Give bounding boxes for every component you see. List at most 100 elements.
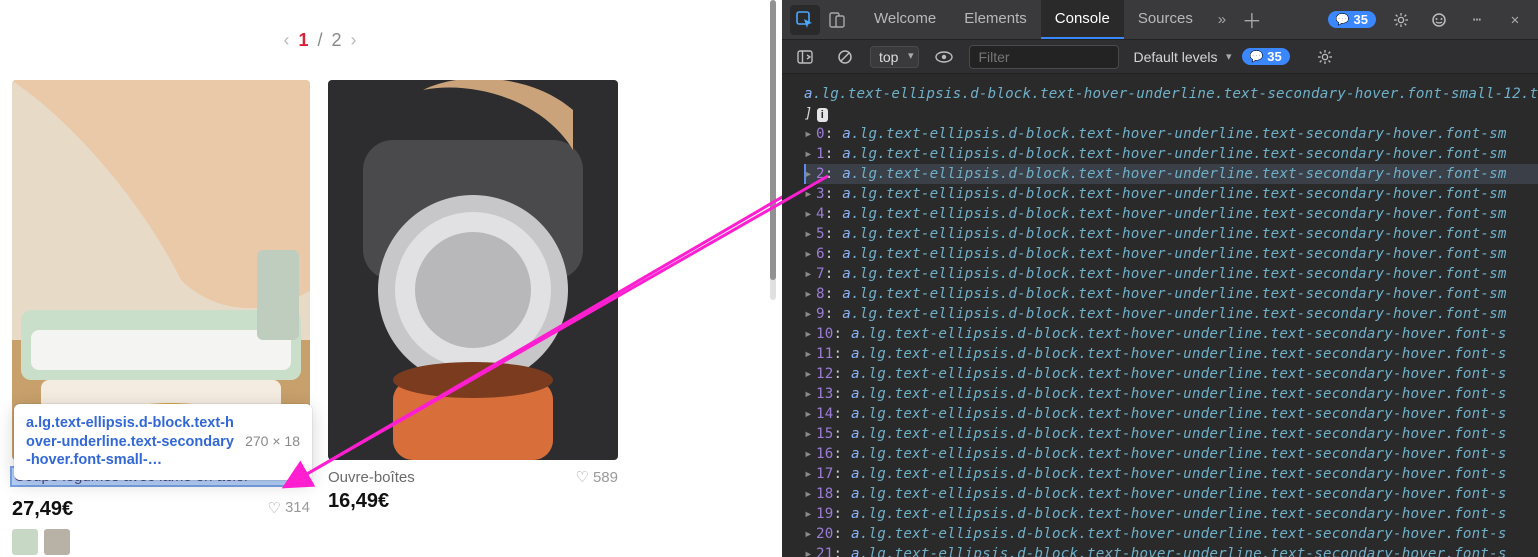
console-settings-icon[interactable] [1310, 42, 1340, 72]
close-devtools-icon[interactable]: ✕ [1500, 5, 1530, 35]
tab-elements[interactable]: Elements [950, 0, 1041, 39]
console-array-item[interactable]: ▸3: a.lg.text-ellipsis.d-block.text-hove… [804, 184, 1538, 204]
console-array-item[interactable]: ▸14: a.lg.text-ellipsis.d-block.text-hov… [804, 404, 1538, 424]
swatch[interactable] [12, 529, 38, 555]
execution-context-select[interactable]: top [870, 46, 919, 68]
array-index: 15 [816, 426, 833, 442]
console-array-item[interactable]: ▸9: a.lg.text-ellipsis.d-block.text-hove… [804, 304, 1538, 324]
toggle-sidebar-icon[interactable] [790, 42, 820, 72]
clear-console-icon[interactable] [830, 42, 860, 72]
console-array-item[interactable]: ▸1: a.lg.text-ellipsis.d-block.text-hove… [804, 144, 1538, 164]
console-array-item[interactable]: ▸2: a.lg.text-ellipsis.d-block.text-hove… [804, 164, 1538, 184]
expand-icon[interactable]: ▸ [804, 324, 816, 344]
console-array-item[interactable]: ▸13: a.lg.text-ellipsis.d-block.text-hov… [804, 384, 1538, 404]
swatch[interactable] [44, 529, 70, 555]
expand-icon[interactable]: ▸ [804, 484, 816, 504]
expand-icon[interactable]: ▸ [804, 444, 816, 464]
console-array-item[interactable]: ▸8: a.lg.text-ellipsis.d-block.text-hove… [804, 284, 1538, 304]
console-array-item[interactable]: ▸0: a.lg.text-ellipsis.d-block.text-hove… [804, 124, 1538, 144]
add-tab-icon[interactable]: ＋ [1237, 5, 1267, 35]
element-tag: a [851, 506, 860, 522]
like-button[interactable]: ♡ 314 [268, 499, 310, 517]
expand-icon[interactable]: ▸ [804, 224, 816, 244]
expand-icon[interactable]: ▸ [804, 424, 816, 444]
console-array-item[interactable]: ▸4: a.lg.text-ellipsis.d-block.text-hove… [804, 204, 1538, 224]
live-expression-icon[interactable] [929, 42, 959, 72]
log-levels-select[interactable]: Default levels [1129, 47, 1231, 67]
element-tag: a [851, 546, 860, 557]
expand-icon[interactable]: ▸ [804, 204, 816, 224]
console-log-area[interactable]: aa.lg.text-ellipsis.d-block.text-hover-u… [782, 80, 1538, 557]
toolbar-issues-badge[interactable]: 35 [1242, 48, 1290, 65]
expand-icon[interactable]: ▸ [804, 164, 816, 184]
feedback-icon[interactable] [1424, 5, 1454, 35]
more-tabs-icon[interactable]: » [1207, 5, 1237, 35]
tab-sources[interactable]: Sources [1124, 0, 1207, 39]
expand-icon[interactable]: ▸ [804, 544, 816, 557]
expand-icon[interactable]: ▸ [804, 144, 816, 164]
array-index: 10 [816, 326, 833, 342]
product-image[interactable] [328, 80, 618, 460]
product-title-link[interactable]: Ouvre-boîtes [328, 469, 576, 486]
color-swatches[interactable] [12, 529, 310, 555]
element-classes: .lg.text-ellipsis.d-block.text-hover-und… [860, 326, 1507, 342]
expand-icon[interactable]: ▸ [804, 404, 816, 424]
info-badge-icon[interactable]: i [817, 108, 828, 122]
element-classes: .lg.text-ellipsis.d-block.text-hover-und… [851, 246, 1507, 262]
console-array-item[interactable]: ▸16: a.lg.text-ellipsis.d-block.text-hov… [804, 444, 1538, 464]
expand-icon[interactable]: ▸ [804, 364, 816, 384]
console-array-item[interactable]: ▸19: a.lg.text-ellipsis.d-block.text-hov… [804, 504, 1538, 524]
element-classes: .lg.text-ellipsis.d-block.text-hover-und… [851, 206, 1507, 222]
scrollbar[interactable] [770, 0, 776, 300]
pager-prev-icon[interactable]: ‹ [281, 30, 291, 51]
log-array-preview[interactable]: aa.lg.text-ellipsis.d-block.text-hover-u… [804, 84, 1538, 104]
expand-icon[interactable]: ▸ [804, 504, 816, 524]
scrollbar-thumb[interactable] [770, 0, 776, 280]
console-array-item[interactable]: ▸11: a.lg.text-ellipsis.d-block.text-hov… [804, 344, 1538, 364]
console-array-item[interactable]: ▸7: a.lg.text-ellipsis.d-block.text-hove… [804, 264, 1538, 284]
element-tag: a [851, 366, 860, 382]
element-classes: .lg.text-ellipsis.d-block.text-hover-und… [860, 546, 1507, 557]
webpage-pane: ‹ 1 / 2 › [0, 0, 782, 557]
pager-next-icon[interactable]: › [349, 30, 359, 51]
expand-icon[interactable]: ▸ [804, 344, 816, 364]
like-button[interactable]: ♡ 589 [576, 468, 618, 486]
element-classes: .lg.text-ellipsis.d-block.text-hover-und… [860, 346, 1507, 362]
product-card[interactable]: Coupe légumes avec lame en acier 27,49€ … [12, 80, 310, 555]
tab-console[interactable]: Console [1041, 0, 1124, 39]
expand-icon[interactable]: ▸ [804, 244, 816, 264]
console-array-item[interactable]: ▸6: a.lg.text-ellipsis.d-block.text-hove… [804, 244, 1538, 264]
expand-icon[interactable]: ▸ [804, 524, 816, 544]
console-array-item[interactable]: ▸15: a.lg.text-ellipsis.d-block.text-hov… [804, 424, 1538, 444]
expand-icon[interactable]: ▸ [804, 124, 816, 144]
element-classes: .lg.text-ellipsis.d-block.text-hover-und… [860, 426, 1507, 442]
tab-welcome[interactable]: Welcome [860, 0, 950, 39]
element-tag: a [851, 406, 860, 422]
console-filter-input[interactable] [969, 45, 1119, 69]
heart-icon: ♡ [268, 499, 281, 517]
expand-icon[interactable]: ▸ [804, 464, 816, 484]
console-array-item[interactable]: ▸20: a.lg.text-ellipsis.d-block.text-hov… [804, 524, 1538, 544]
more-options-icon[interactable]: ⋯ [1462, 5, 1492, 35]
array-index: 0 [816, 126, 825, 142]
console-array-item[interactable]: ▸17: a.lg.text-ellipsis.d-block.text-hov… [804, 464, 1538, 484]
element-classes: .lg.text-ellipsis.d-block.text-hover-und… [860, 466, 1507, 482]
console-array-item[interactable]: ▸21: a.lg.text-ellipsis.d-block.text-hov… [804, 544, 1538, 557]
console-array-item[interactable]: ▸5: a.lg.text-ellipsis.d-block.text-hove… [804, 224, 1538, 244]
log-array-close: ]i [804, 104, 1538, 124]
expand-icon[interactable]: ▸ [804, 264, 816, 284]
issues-badge[interactable]: 35 [1328, 11, 1376, 28]
console-array-item[interactable]: ▸12: a.lg.text-ellipsis.d-block.text-hov… [804, 364, 1538, 384]
array-index: 6 [816, 246, 825, 262]
console-array-item[interactable]: ▸18: a.lg.text-ellipsis.d-block.text-hov… [804, 484, 1538, 504]
device-toolbar-icon[interactable] [822, 5, 852, 35]
product-card[interactable]: Ouvre-boîtes ♡ 589 16,49€ [328, 80, 618, 555]
expand-icon[interactable]: ▸ [804, 384, 816, 404]
product-image[interactable] [12, 80, 310, 460]
console-array-item[interactable]: ▸10: a.lg.text-ellipsis.d-block.text-hov… [804, 324, 1538, 344]
expand-icon[interactable]: ▸ [804, 284, 816, 304]
expand-icon[interactable]: ▸ [804, 184, 816, 204]
expand-icon[interactable]: ▸ [804, 304, 816, 324]
settings-icon[interactable] [1386, 5, 1416, 35]
inspect-element-icon[interactable] [790, 5, 820, 35]
